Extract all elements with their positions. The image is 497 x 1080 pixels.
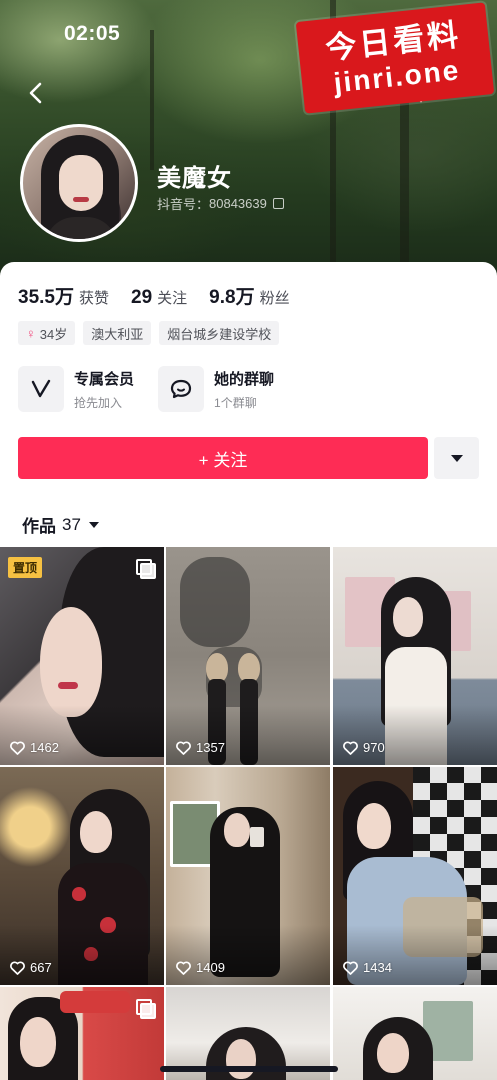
- status-bar-time: 02:05: [64, 22, 121, 45]
- video-tile[interactable]: 置顶 1462: [0, 547, 164, 765]
- video-likes: 667: [10, 960, 52, 975]
- video-tile[interactable]: 970: [333, 547, 497, 765]
- profile-stats: 35.5万 获赞 29 关注 9.8万 粉丝: [18, 282, 312, 309]
- video-tile[interactable]: 1357: [166, 547, 330, 765]
- female-icon: ♀: [26, 325, 36, 341]
- stat-likes[interactable]: 35.5万 获赞: [18, 282, 109, 309]
- stat-value: 9.8万: [209, 287, 255, 308]
- tree-trunk: [150, 30, 154, 170]
- video-tile[interactable]: 1409: [166, 767, 330, 985]
- works-tab-label: 作品: [22, 517, 56, 536]
- chat-bubble-icon: [158, 366, 205, 412]
- stat-following[interactable]: 29 关注: [131, 287, 187, 309]
- heart-icon: [10, 740, 25, 755]
- video-likes-count: 1357: [196, 740, 225, 755]
- profile-tags: ♀ 34岁 澳大利亚 烟台城乡建设学校: [18, 321, 280, 345]
- douyin-id-row[interactable]: 抖音号： 80843639: [157, 194, 284, 213]
- stat-label: 获赞: [78, 290, 109, 307]
- video-likes-count: 1434: [363, 960, 392, 975]
- heart-icon: [176, 960, 191, 975]
- tag-text: 烟台城乡建设学校: [167, 326, 272, 342]
- entry-title: 她的群聊: [214, 370, 275, 388]
- tag-age: ♀ 34岁: [18, 321, 76, 345]
- profile-nickname: 美魔女: [157, 165, 232, 192]
- tab-works[interactable]: 作品 37: [22, 512, 99, 537]
- stat-followers[interactable]: 9.8万 粉丝: [209, 282, 289, 309]
- heart-icon: [176, 740, 191, 755]
- heart-icon: [343, 960, 358, 975]
- entry-subtitle: 1个群聊: [214, 395, 257, 410]
- entry-group-chat[interactable]: 她的群聊 1个群聊: [158, 366, 274, 412]
- follow-button-label: + 关注: [198, 450, 248, 470]
- chevron-left-icon: [29, 82, 42, 104]
- stat-label: 粉丝: [259, 290, 290, 307]
- heart-icon: [343, 740, 358, 755]
- tag-text: 澳大利亚: [91, 326, 144, 342]
- triangle-down-icon: [450, 454, 463, 462]
- video-likes: 1409: [176, 960, 225, 975]
- video-likes: 1434: [343, 960, 392, 975]
- video-likes: 1462: [10, 740, 59, 755]
- follow-button[interactable]: + 关注: [18, 437, 428, 479]
- profile-entries: 专属会员 抢先加入 她的群聊 1个群聊: [18, 366, 274, 412]
- video-likes-count: 970: [363, 740, 385, 755]
- tag-location: 澳大利亚: [83, 321, 152, 345]
- video-likes: 970: [343, 740, 385, 755]
- v-icon: [18, 366, 64, 412]
- video-likes: 1357: [176, 740, 225, 755]
- multi-image-icon: [136, 999, 156, 1019]
- pinned-badge: 置顶: [8, 557, 43, 578]
- stat-label: 关注: [157, 290, 188, 307]
- multi-image-icon: [136, 559, 156, 579]
- video-tile[interactable]: 667: [0, 767, 164, 985]
- entry-subtitle: 抢先加入: [74, 395, 123, 410]
- video-tile[interactable]: [333, 987, 497, 1080]
- recommend-dropdown-button[interactable]: [434, 437, 479, 479]
- video-tile[interactable]: [0, 987, 164, 1080]
- tag-text: 34岁: [39, 326, 68, 342]
- entry-title: 专属会员: [74, 370, 135, 388]
- stat-value: 29: [131, 287, 153, 308]
- video-likes-count: 1409: [196, 960, 225, 975]
- home-indicator[interactable]: [160, 1066, 338, 1072]
- avatar[interactable]: [20, 124, 138, 242]
- video-likes-count: 1462: [30, 740, 59, 755]
- video-tile[interactable]: 1434: [333, 767, 497, 985]
- back-button[interactable]: [24, 80, 50, 106]
- profile-card: 35.5万 获赞 29 关注 9.8万 粉丝 ♀ 34岁 澳大利亚 烟台城乡建设…: [0, 262, 497, 1080]
- entry-membership[interactable]: 专属会员 抢先加入: [18, 366, 134, 412]
- tag-school[interactable]: 烟台城乡建设学校: [159, 321, 280, 345]
- video-likes-count: 667: [30, 960, 52, 975]
- douyin-id-label: 抖音号：: [157, 197, 210, 212]
- heart-icon: [10, 960, 25, 975]
- triangle-down-icon: [88, 521, 99, 528]
- works-tab-count: 37: [62, 514, 81, 534]
- stat-value: 35.5万: [18, 287, 74, 308]
- copy-icon[interactable]: [272, 198, 284, 209]
- douyin-id-value: 80843639: [209, 196, 267, 211]
